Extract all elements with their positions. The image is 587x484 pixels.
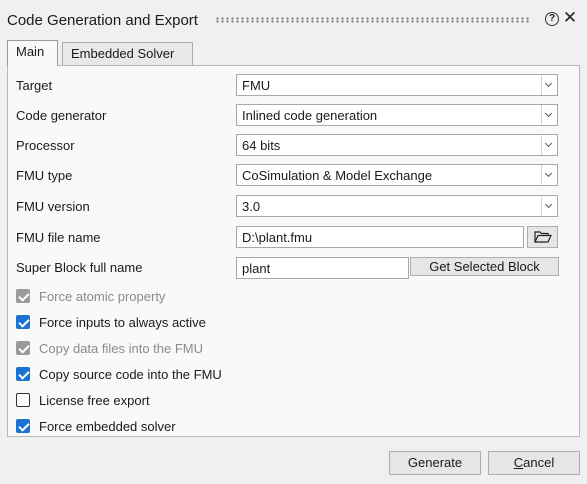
force-inputs-checkbox[interactable] [16, 315, 30, 329]
window-title: Code Generation and Export [7, 12, 198, 29]
copy-data-files-checkbox [16, 341, 30, 355]
super-block-label: Super Block full name [16, 260, 143, 275]
tab-embedded-solver[interactable]: Embedded Solver [62, 42, 193, 65]
force-embedded-solver-checkbox[interactable] [16, 419, 30, 433]
browse-button[interactable] [527, 226, 558, 248]
license-free-label[interactable]: License free export [39, 393, 150, 408]
chevron-down-icon[interactable] [541, 75, 557, 95]
super-block-input[interactable]: plant [236, 257, 409, 279]
target-select[interactable]: FMU [236, 74, 558, 96]
processor-select[interactable]: 64 bits [236, 134, 558, 156]
tab-main[interactable]: Main [7, 40, 58, 66]
code-generator-value: Inlined code generation [242, 108, 378, 123]
super-block-value: plant [242, 261, 271, 276]
fmu-file-name-label: FMU file name [16, 230, 101, 245]
fmu-version-value: 3.0 [242, 199, 261, 214]
chevron-down-icon[interactable] [541, 105, 557, 125]
code-generator-label: Code generator [16, 108, 107, 123]
fmu-version-select[interactable]: 3.0 [236, 195, 558, 217]
target-label: Target [16, 78, 53, 93]
title-bar[interactable]: Code Generation and Export ? ✕ [0, 0, 587, 36]
fmu-version-label: FMU version [16, 199, 90, 214]
force-atomic-checkbox [16, 289, 30, 303]
get-selected-block-button[interactable]: Get Selected Block [410, 257, 559, 276]
copy-source-checkbox[interactable] [16, 367, 30, 381]
target-value: FMU [242, 78, 271, 93]
processor-value: 64 bits [242, 138, 281, 153]
folder-open-icon [534, 231, 552, 243]
processor-label: Processor [16, 138, 75, 153]
help-icon[interactable]: ? [545, 12, 559, 26]
cancel-label-rest: ancel [523, 455, 555, 470]
close-icon[interactable]: ✕ [562, 9, 578, 27]
license-free-checkbox[interactable] [16, 393, 30, 407]
generate-button[interactable]: Generate [389, 451, 481, 475]
cancel-button[interactable]: Cancel [488, 451, 580, 475]
fmu-file-name-input[interactable]: D:\plant.fmu [236, 226, 524, 248]
fmu-type-select[interactable]: CoSimulation & Model Exchange [236, 164, 558, 186]
drag-grip[interactable] [215, 17, 530, 23]
chevron-down-icon[interactable] [541, 135, 557, 155]
fmu-file-name-value: D:\plant.fmu [242, 230, 313, 245]
fmu-type-label: FMU type [16, 168, 73, 183]
force-embedded-solver-label[interactable]: Force embedded solver [39, 419, 176, 434]
code-generator-select[interactable]: Inlined code generation [236, 104, 558, 126]
copy-source-label[interactable]: Copy source code into the FMU [39, 367, 222, 382]
fmu-type-value: CoSimulation & Model Exchange [242, 168, 433, 183]
copy-data-files-label: Copy data files into the FMU [39, 341, 204, 356]
chevron-down-icon[interactable] [541, 165, 557, 185]
force-inputs-label[interactable]: Force inputs to always active [39, 315, 206, 330]
chevron-down-icon[interactable] [541, 196, 557, 216]
force-atomic-label: Force atomic property [39, 289, 166, 304]
cancel-mnemonic: C [513, 455, 524, 470]
